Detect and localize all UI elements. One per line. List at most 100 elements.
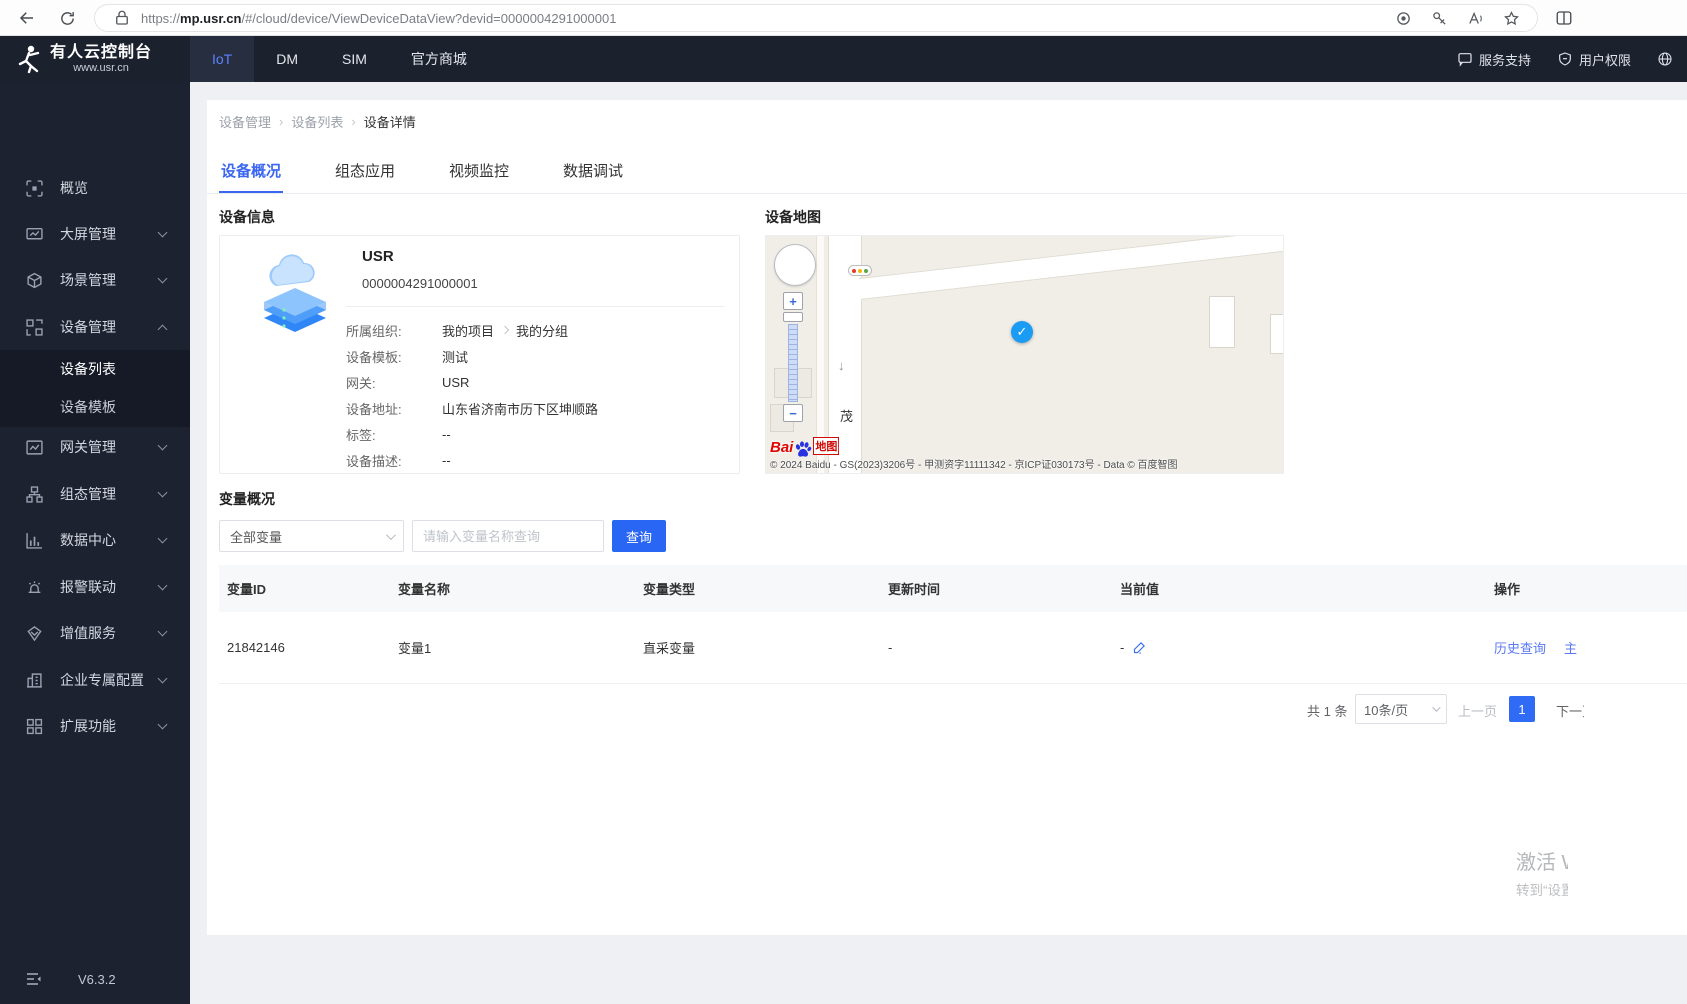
variable-type-select-value: 全部变量 (230, 529, 283, 545)
sidebar-subitem-device-list[interactable]: 设备列表 (0, 350, 190, 388)
sidebar-item-scene[interactable]: 场景管理 (0, 257, 190, 303)
device-grid-icon (26, 318, 43, 336)
variable-type-select[interactable]: 全部变量 (219, 520, 404, 552)
variable-search-input[interactable] (412, 520, 604, 552)
sidebar-item-label: 报警联动 (60, 579, 116, 595)
cell-variable-type: 直采变量 (643, 641, 696, 656)
cell-actions: 历史查询 主 (1486, 638, 1687, 657)
chart-box-icon (26, 439, 43, 456)
tab-configuration-app[interactable]: 组态应用 (333, 150, 397, 193)
map-pan-control[interactable] (774, 244, 816, 286)
map-building (1209, 296, 1235, 348)
edit-pencil-icon[interactable] (1132, 640, 1147, 655)
chevron-down-icon (157, 440, 168, 450)
device-location-marker[interactable]: ✓ (1011, 321, 1033, 343)
top-tab-mall[interactable]: 官方商城 (389, 36, 489, 82)
tab-video-monitor[interactable]: 视频监控 (447, 150, 511, 193)
favorite-star-icon[interactable] (1501, 8, 1521, 28)
user-permission[interactable]: 用户权限 (1557, 50, 1631, 69)
user-permission-label: 用户权限 (1578, 52, 1631, 68)
collapse-menu-icon[interactable] (26, 971, 42, 987)
device-address-row: 设备地址: 山东省济南市历下区坤顺路 (346, 399, 732, 418)
browser-address-bar[interactable]: https://mp.usr.cn/#/cloud/device/ViewDev… (94, 4, 1538, 32)
baidu-map[interactable]: + − ↓ 茂 ✓ Bai 地图 © 2024 Baidu - GS(2023)… (765, 235, 1284, 474)
password-key-icon[interactable] (1429, 8, 1449, 28)
sidebar-item-extension[interactable]: 扩展功能 (0, 703, 190, 749)
sidebar-item-configuration[interactable]: 组态管理 (0, 471, 190, 517)
page-size-select[interactable]: 10条/页 (1355, 694, 1447, 724)
org-group: 我的分组 (516, 323, 569, 339)
sidebar-item-bigscreen[interactable]: 大屏管理 (0, 211, 190, 257)
chevron-up-icon (157, 324, 168, 334)
browser-refresh-icon[interactable] (55, 6, 79, 30)
sidebar-item-overview[interactable]: 概览 (0, 165, 190, 211)
language-globe[interactable] (1657, 51, 1673, 67)
pan-left-icon[interactable] (780, 260, 790, 270)
cell-variable-id: 21842146 (227, 640, 285, 655)
field-value: 山东省济南市历下区坤顺路 (442, 401, 599, 417)
chevron-down-icon (157, 487, 168, 497)
sidebar-item-device[interactable]: 设备管理 (0, 304, 190, 350)
browser-toolbar: https://mp.usr.cn/#/cloud/device/ViewDev… (0, 0, 1687, 36)
field-value: 测试 (442, 349, 469, 365)
service-support[interactable]: 服务支持 (1457, 50, 1531, 69)
next-page-button[interactable]: 下一页 (1556, 701, 1584, 720)
breadcrumb-device-list[interactable]: 设备列表 (291, 112, 343, 131)
prev-page-button[interactable]: 上一页 (1458, 701, 1497, 720)
table-header-row: 变量ID 变量名称 变量类型 更新时间 当前值 操作 (219, 565, 1687, 612)
history-query-link[interactable]: 历史查询 (1494, 638, 1546, 657)
top-tab-dm[interactable]: DM (254, 36, 320, 82)
breadcrumb-device-detail: 设备详情 (363, 115, 416, 130)
lock-icon[interactable] (113, 9, 131, 27)
top-tab-sim[interactable]: SIM (320, 36, 389, 82)
device-info-card: USR 0000004291000001 所属组织: 我的项目 我的分组 设备模… (219, 235, 740, 474)
pan-up-icon[interactable] (790, 250, 800, 260)
split-screen-icon[interactable] (1552, 6, 1576, 30)
sidebar-item-alarm[interactable]: 报警联动 (0, 564, 190, 610)
field-label: 标签: (346, 428, 376, 443)
top-nav: IoT DM SIM 官方商城 (190, 36, 489, 82)
device-tag-row: 标签: -- (346, 425, 732, 444)
brand-logo[interactable]: 有人云控制台 www.usr.cn (0, 36, 190, 82)
baidu-logo-map-text: 地图 (813, 437, 840, 455)
shield-icon (1559, 52, 1571, 66)
variables-title: 变量概况 (219, 491, 275, 507)
chevron-down-icon (157, 719, 168, 729)
map-zoom-slider-handle[interactable] (783, 312, 803, 322)
secondary-action-link[interactable]: 主 (1564, 638, 1577, 657)
field-value: USR (442, 374, 470, 390)
pan-down-icon[interactable] (790, 270, 800, 280)
tab-data-debug[interactable]: 数据调试 (561, 150, 625, 193)
map-zoom-out-button[interactable]: − (783, 404, 803, 422)
breadcrumb-device-management[interactable]: 设备管理 (219, 112, 271, 131)
pan-right-icon[interactable] (800, 260, 810, 270)
query-button[interactable]: 查询 (612, 520, 666, 552)
table-row: 21842146 变量1 直采变量 - - 历史查询 主 (219, 612, 1687, 684)
sidebar-item-gateway[interactable]: 网关管理 (0, 424, 190, 470)
cell-update-time: - (888, 640, 893, 655)
variables-table: 变量ID 变量名称 变量类型 更新时间 当前值 操作 21842146 变量1 … (219, 565, 1687, 684)
map-zoom-slider-track[interactable] (788, 324, 798, 402)
sidebar-subitem-device-template[interactable]: 设备模板 (0, 388, 190, 426)
address-bar-actions (1393, 8, 1521, 28)
siren-icon (26, 579, 43, 596)
tab-device-overview[interactable]: 设备概况 (219, 150, 284, 193)
col-current-value: 当前值 (1120, 582, 1160, 597)
sidebar-item-vas[interactable]: 增值服务 (0, 610, 190, 656)
sidebar-item-datacenter[interactable]: 数据中心 (0, 517, 190, 563)
version-label: V6.3.2 (78, 971, 116, 987)
browser-back-icon[interactable] (15, 6, 39, 30)
sidebar-item-enterprise[interactable]: 企业专属配置 (0, 657, 190, 703)
page-number-1[interactable]: 1 (1509, 696, 1535, 722)
four-squares-icon (26, 718, 43, 735)
map-zoom-in-button[interactable]: + (783, 292, 803, 310)
chevron-down-icon (157, 673, 168, 683)
site-location-icon[interactable] (1393, 8, 1413, 28)
col-actions: 操作 (1494, 582, 1521, 597)
read-aloud-icon[interactable] (1465, 8, 1485, 28)
pagination-total: 共 1 条 (1307, 704, 1348, 719)
top-tab-iot[interactable]: IoT (190, 36, 255, 82)
col-variable-type: 变量类型 (643, 582, 696, 597)
sidebar-item-label: 扩展功能 (60, 718, 116, 734)
traffic-light-icon (848, 265, 872, 276)
